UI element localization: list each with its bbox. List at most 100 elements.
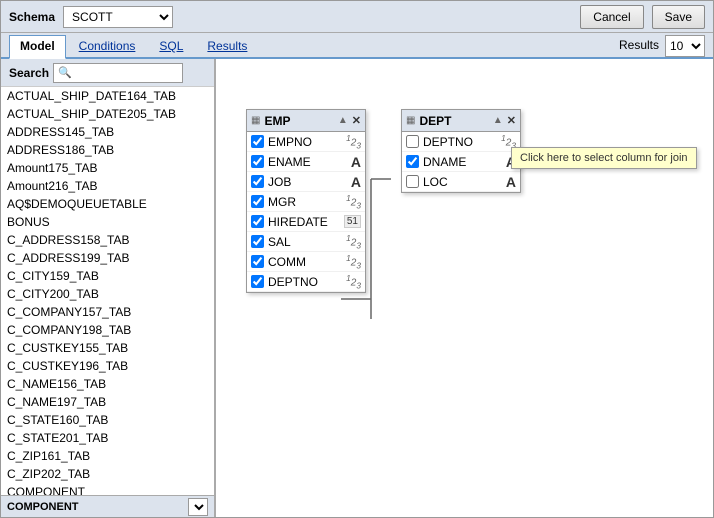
main-container: Schema SCOTT Cancel Save Model Condition… bbox=[0, 0, 714, 518]
footer-dropdown[interactable] bbox=[188, 498, 208, 516]
row-field-name: MGR bbox=[268, 195, 342, 209]
row-field-type[interactable]: A bbox=[506, 174, 516, 190]
table-list-item[interactable]: C_NAME156_TAB bbox=[1, 375, 214, 393]
row-field-name: SAL bbox=[268, 235, 342, 249]
row-checkbox[interactable] bbox=[251, 215, 264, 228]
row-field-type[interactable]: 123 bbox=[346, 273, 361, 290]
row-field-type[interactable]: A bbox=[351, 174, 361, 190]
search-bar: Search 🔍 bbox=[1, 59, 214, 87]
table-row: EMPNO 123 bbox=[247, 132, 365, 152]
save-button[interactable]: Save bbox=[652, 5, 705, 29]
table-list-item[interactable]: C_ZIP161_TAB bbox=[1, 447, 214, 465]
table-list-item[interactable]: C_ADDRESS158_TAB bbox=[1, 231, 214, 249]
dept-table-header: ▦ DEPT ▲ ✕ bbox=[402, 110, 520, 132]
left-panel: Search 🔍 ACTUAL_SHIP_DATE164_TABACTUAL_S… bbox=[1, 59, 216, 517]
tab-results[interactable]: Results bbox=[196, 35, 258, 57]
table-list-item[interactable]: ADDRESS186_TAB bbox=[1, 141, 214, 159]
table-list-item[interactable]: ADDRESS145_TAB bbox=[1, 123, 214, 141]
row-field-type[interactable]: 123 bbox=[346, 133, 361, 150]
table-row: COMM 123 bbox=[247, 252, 365, 272]
table-list-item[interactable]: C_NAME197_TAB bbox=[1, 393, 214, 411]
row-field-type[interactable]: A bbox=[351, 154, 361, 170]
row-field-type[interactable]: 123 bbox=[346, 233, 361, 250]
dept-table-widget: ▦ DEPT ▲ ✕ DEPTNO123DNAMEALOCA bbox=[401, 109, 521, 193]
table-list-item[interactable]: C_COMPANY198_TAB bbox=[1, 321, 214, 339]
table-list-item[interactable]: COMPONENT bbox=[1, 483, 214, 495]
cancel-button[interactable]: Cancel bbox=[580, 5, 643, 29]
dept-table-title: DEPT bbox=[419, 114, 488, 128]
table-list-item[interactable]: C_CUSTKEY155_TAB bbox=[1, 339, 214, 357]
row-field-name: ENAME bbox=[268, 155, 347, 169]
top-bar: Schema SCOTT Cancel Save bbox=[1, 1, 713, 33]
row-checkbox[interactable] bbox=[251, 175, 264, 188]
row-field-name: EMPNO bbox=[268, 135, 342, 149]
table-list-item[interactable]: BONUS bbox=[1, 213, 214, 231]
emp-table-header: ▦ EMP ▲ ✕ bbox=[247, 110, 365, 132]
row-checkbox[interactable] bbox=[406, 175, 419, 188]
row-field-name: DEPTNO bbox=[423, 135, 497, 149]
row-field-name: JOB bbox=[268, 175, 347, 189]
row-checkbox[interactable] bbox=[251, 135, 264, 148]
emp-table-icon: ▦ bbox=[251, 115, 260, 126]
table-list-item[interactable]: C_STATE160_TAB bbox=[1, 411, 214, 429]
row-checkbox[interactable] bbox=[251, 275, 264, 288]
search-input[interactable] bbox=[72, 67, 172, 79]
schema-select[interactable]: SCOTT bbox=[63, 6, 173, 28]
row-checkbox[interactable] bbox=[406, 155, 419, 168]
emp-table-title: EMP bbox=[264, 114, 333, 128]
emp-sort-icon[interactable]: ▲ bbox=[338, 115, 348, 126]
search-icon: 🔍 bbox=[58, 66, 72, 79]
table-list-item[interactable]: ACTUAL_SHIP_DATE164_TAB bbox=[1, 87, 214, 105]
table-list-item[interactable]: C_STATE201_TAB bbox=[1, 429, 214, 447]
table-list-item[interactable]: C_CITY159_TAB bbox=[1, 267, 214, 285]
table-list-item[interactable]: C_COMPANY157_TAB bbox=[1, 303, 214, 321]
row-field-type[interactable]: 51 bbox=[344, 215, 361, 228]
tooltip-text: Click here to select column for join bbox=[520, 152, 688, 164]
table-list-item[interactable]: AQ$DEMOQUEUETABLE bbox=[1, 195, 214, 213]
table-list-item[interactable]: Amount175_TAB bbox=[1, 159, 214, 177]
table-row: JOB A bbox=[247, 172, 365, 192]
tab-model[interactable]: Model bbox=[9, 35, 66, 59]
table-list-item[interactable]: ACTUAL_SHIP_DATE205_TAB bbox=[1, 105, 214, 123]
row-checkbox[interactable] bbox=[406, 135, 419, 148]
results-label: Results bbox=[615, 35, 663, 57]
schema-label: Schema bbox=[9, 10, 55, 24]
table-list: ACTUAL_SHIP_DATE164_TABACTUAL_SHIP_DATE2… bbox=[1, 87, 214, 495]
row-field-name: LOC bbox=[423, 175, 502, 189]
row-checkbox[interactable] bbox=[251, 255, 264, 268]
dept-sort-icon[interactable]: ▲ bbox=[493, 115, 503, 126]
dept-close-icon[interactable]: ✕ bbox=[507, 114, 516, 127]
row-field-type[interactable]: 123 bbox=[346, 253, 361, 270]
table-row: MGR 123 bbox=[247, 192, 365, 212]
emp-table-widget: ▦ EMP ▲ ✕ EMPNO123ENAMEAJOBAMGR123HIREDA… bbox=[246, 109, 366, 293]
results-count-select[interactable]: 10 25 50 bbox=[665, 35, 705, 57]
content-area: Search 🔍 ACTUAL_SHIP_DATE164_TABACTUAL_S… bbox=[1, 59, 713, 517]
tab-conditions[interactable]: Conditions bbox=[68, 35, 147, 57]
table-row: SAL 123 bbox=[247, 232, 365, 252]
tooltip-box: Click here to select column for join bbox=[511, 147, 697, 169]
row-checkbox[interactable] bbox=[251, 155, 264, 168]
table-list-item[interactable]: C_ZIP202_TAB bbox=[1, 465, 214, 483]
tab-sql[interactable]: SQL bbox=[148, 35, 194, 57]
row-field-type[interactable]: 123 bbox=[346, 193, 361, 210]
table-list-item[interactable]: C_CUSTKEY196_TAB bbox=[1, 357, 214, 375]
emp-close-icon[interactable]: ✕ bbox=[352, 114, 361, 127]
search-input-wrapper: 🔍 bbox=[53, 63, 183, 83]
table-row: HIREDATE51 bbox=[247, 212, 365, 232]
dept-rows: DEPTNO123DNAMEALOCA bbox=[402, 132, 520, 192]
table-list-item[interactable]: C_ADDRESS199_TAB bbox=[1, 249, 214, 267]
row-field-name: COMM bbox=[268, 255, 342, 269]
dept-table-icon: ▦ bbox=[406, 115, 415, 126]
table-list-item[interactable]: Amount216_TAB bbox=[1, 177, 214, 195]
table-row: LOC A bbox=[402, 172, 520, 192]
footer-label: COMPONENT bbox=[7, 501, 79, 513]
table-row: DEPTNO123 bbox=[247, 272, 365, 292]
right-panel: ▦ EMP ▲ ✕ EMPNO123ENAMEAJOBAMGR123HIREDA… bbox=[216, 59, 713, 517]
table-list-item[interactable]: C_CITY200_TAB bbox=[1, 285, 214, 303]
table-row: DEPTNO123 bbox=[402, 132, 520, 152]
row-checkbox[interactable] bbox=[251, 195, 264, 208]
left-panel-footer: COMPONENT bbox=[1, 495, 214, 517]
search-label: Search bbox=[9, 66, 49, 80]
nav-tabs: Model Conditions SQL Results Results 10 … bbox=[1, 33, 713, 59]
row-checkbox[interactable] bbox=[251, 235, 264, 248]
